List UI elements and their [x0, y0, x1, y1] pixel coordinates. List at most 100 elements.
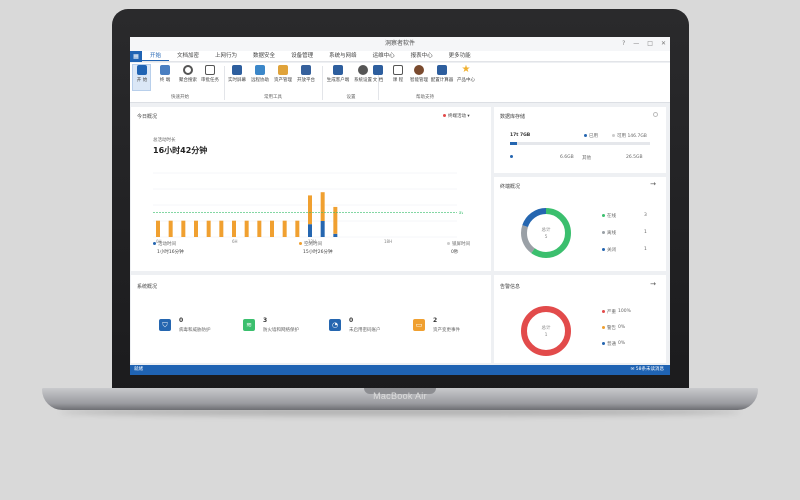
wifi-icon: ≋: [243, 319, 255, 331]
ribbon-doc-button[interactable]: 文 档: [368, 65, 388, 83]
ribbon-search-button[interactable]: 聚合搜索: [178, 65, 198, 83]
minimize-icon[interactable]: —: [633, 37, 639, 51]
legend-active-dot: [153, 242, 156, 245]
menu-item-report-center[interactable]: 报表中心: [403, 51, 441, 61]
storage-card: 数据库存储 17t 7GB 已用 可用 146.7GB 6.6GB 其他 26.…: [494, 107, 666, 173]
terminal-total-value: 5: [545, 234, 548, 240]
legend-idle-value: 15小时26分钟: [303, 250, 333, 255]
ribbon-terminal-button[interactable]: 终 端: [155, 65, 175, 83]
status-ready: 就绪: [134, 367, 143, 372]
alert-donut: 总计 1: [521, 306, 571, 356]
app-logo-icon[interactable]: ▦: [130, 51, 142, 62]
terminal-closed-value: 1: [644, 247, 647, 252]
bar-idle: [333, 206, 338, 234]
storage-title: 数据库存储: [500, 114, 526, 120]
legend-active-value: 1小时16分钟: [157, 250, 184, 255]
x-tick-label: 18H: [384, 239, 392, 244]
ribbon-separator: [322, 66, 323, 100]
user-icon: [414, 65, 424, 75]
terminal-card: 终端概况 → 总计 5 在线 3 离线 1 关闭 1: [494, 177, 666, 271]
alert-critical-value: 100%: [618, 309, 631, 314]
alert-normal-value: 0%: [618, 341, 626, 346]
maximize-icon[interactable]: □: [647, 37, 653, 51]
terminal-title: 终端概况: [500, 184, 521, 190]
ribbon-course-button[interactable]: 课 程: [388, 65, 408, 83]
menu-bar: ▦ 开始 文档加密 上网行为 数据安全 设备管理 系统与网络 运维中心 报表中心…: [130, 51, 670, 62]
ribbon-remote-assist-button[interactable]: 远程协助: [250, 65, 270, 83]
activity-filter-dropdown[interactable]: 终端活动 ▾: [443, 113, 470, 119]
bar-idle: [270, 220, 274, 237]
offline-dot: [602, 231, 605, 234]
ribbon-assets-button[interactable]: 资产管理: [273, 65, 293, 83]
ribbon-approval-button[interactable]: 审批任务: [200, 65, 220, 83]
window-title: 洞察者软件: [384, 40, 415, 47]
bar-idle: [194, 220, 198, 237]
menu-item-more[interactable]: 更多功能: [441, 51, 479, 61]
legend-locked-dot: [447, 242, 450, 245]
bar-idle: [206, 220, 211, 237]
terminal-legend-closed: 关闭: [602, 247, 616, 253]
bar-idle: [295, 220, 300, 237]
status-messages[interactable]: ✉ 58条未读消息: [631, 365, 664, 375]
bar-idle: [181, 220, 186, 237]
menu-item-data-security[interactable]: 数据安全: [245, 51, 283, 61]
bar-active: [320, 221, 325, 237]
terminal-online-value: 3: [644, 213, 647, 218]
storage-row2-left: 6.6GB: [560, 155, 574, 160]
menu-item-system-network[interactable]: 系统与网络: [321, 51, 365, 61]
grid-icon: [437, 65, 447, 75]
bar-idle: [156, 220, 160, 237]
course-icon: [393, 65, 403, 75]
gear-icon: [358, 65, 368, 75]
alert-arrow-icon[interactable]: →: [650, 280, 656, 288]
menu-item-start[interactable]: 开始: [142, 51, 170, 61]
asset-change-label: 资产变更事件: [433, 328, 460, 333]
terminal-offline-value: 1: [644, 230, 647, 235]
alert-total-label: 总计: [542, 324, 551, 331]
bar-active: [333, 233, 338, 237]
ribbon-group-help: 帮助支持: [416, 95, 434, 100]
bar-idle: [282, 220, 287, 237]
online-dot: [602, 214, 605, 217]
legend-locked: 锁屏时间: [447, 241, 470, 247]
info-icon[interactable]: [653, 112, 658, 117]
storage-bar: [510, 142, 650, 145]
storage-row2-right: 26.5GB: [626, 155, 643, 160]
ribbon-smart-manage-button[interactable]: 智能管理: [408, 65, 430, 83]
menu-item-web-behavior[interactable]: 上网行为: [207, 51, 245, 61]
legend-idle: 空闲时间: [299, 241, 322, 247]
storage-row2-label: 其他: [582, 156, 591, 161]
bar-idle: [257, 220, 262, 237]
bar-idle: [244, 220, 249, 237]
menu-item-doc-encryption[interactable]: 文档加密: [169, 51, 207, 61]
critical-dot: [602, 310, 605, 313]
legend-locked-value: 0秒: [451, 250, 459, 255]
today-overview-title: 今日概况: [137, 114, 158, 120]
help-icon[interactable]: ?: [622, 37, 625, 51]
ribbon-start-button[interactable]: 开 始: [132, 65, 152, 83]
platform-icon: [301, 65, 311, 75]
ribbon-gen-client-button[interactable]: 生成客户端: [326, 65, 350, 83]
ribbon-calculator-button[interactable]: 配置计算器: [430, 65, 454, 83]
bar-idle: [168, 220, 173, 237]
checklist-icon: [205, 65, 215, 75]
menu-item-ops-center[interactable]: 运维中心: [365, 51, 403, 61]
firewall-label: 防火墙和网络保护: [263, 328, 299, 333]
alert-legend-normal: 普通: [602, 341, 616, 347]
terminal-legend-offline: 离线: [602, 230, 616, 236]
asset-change-icon: ▭: [413, 319, 425, 331]
close-icon[interactable]: ✕: [661, 37, 666, 51]
ribbon-realtime-screen-button[interactable]: 实时屏幕: [227, 65, 247, 83]
monitor-icon: [232, 65, 242, 75]
x-tick-label: 6H: [232, 239, 238, 244]
terminal-total-label: 总计: [542, 226, 551, 233]
ribbon-open-platform-button[interactable]: 开放平台: [296, 65, 316, 83]
storage-row2-dot: [510, 155, 515, 160]
terminal-arrow-icon[interactable]: →: [650, 180, 656, 188]
ribbon-product-center-button[interactable]: ★ 产品中心: [455, 65, 477, 84]
terminal-icon: [160, 65, 170, 75]
download-icon: [333, 65, 343, 75]
row2-dot: [510, 155, 513, 158]
menu-item-device-management[interactable]: 设备管理: [283, 51, 321, 61]
asset-change-count: 2: [433, 317, 438, 324]
